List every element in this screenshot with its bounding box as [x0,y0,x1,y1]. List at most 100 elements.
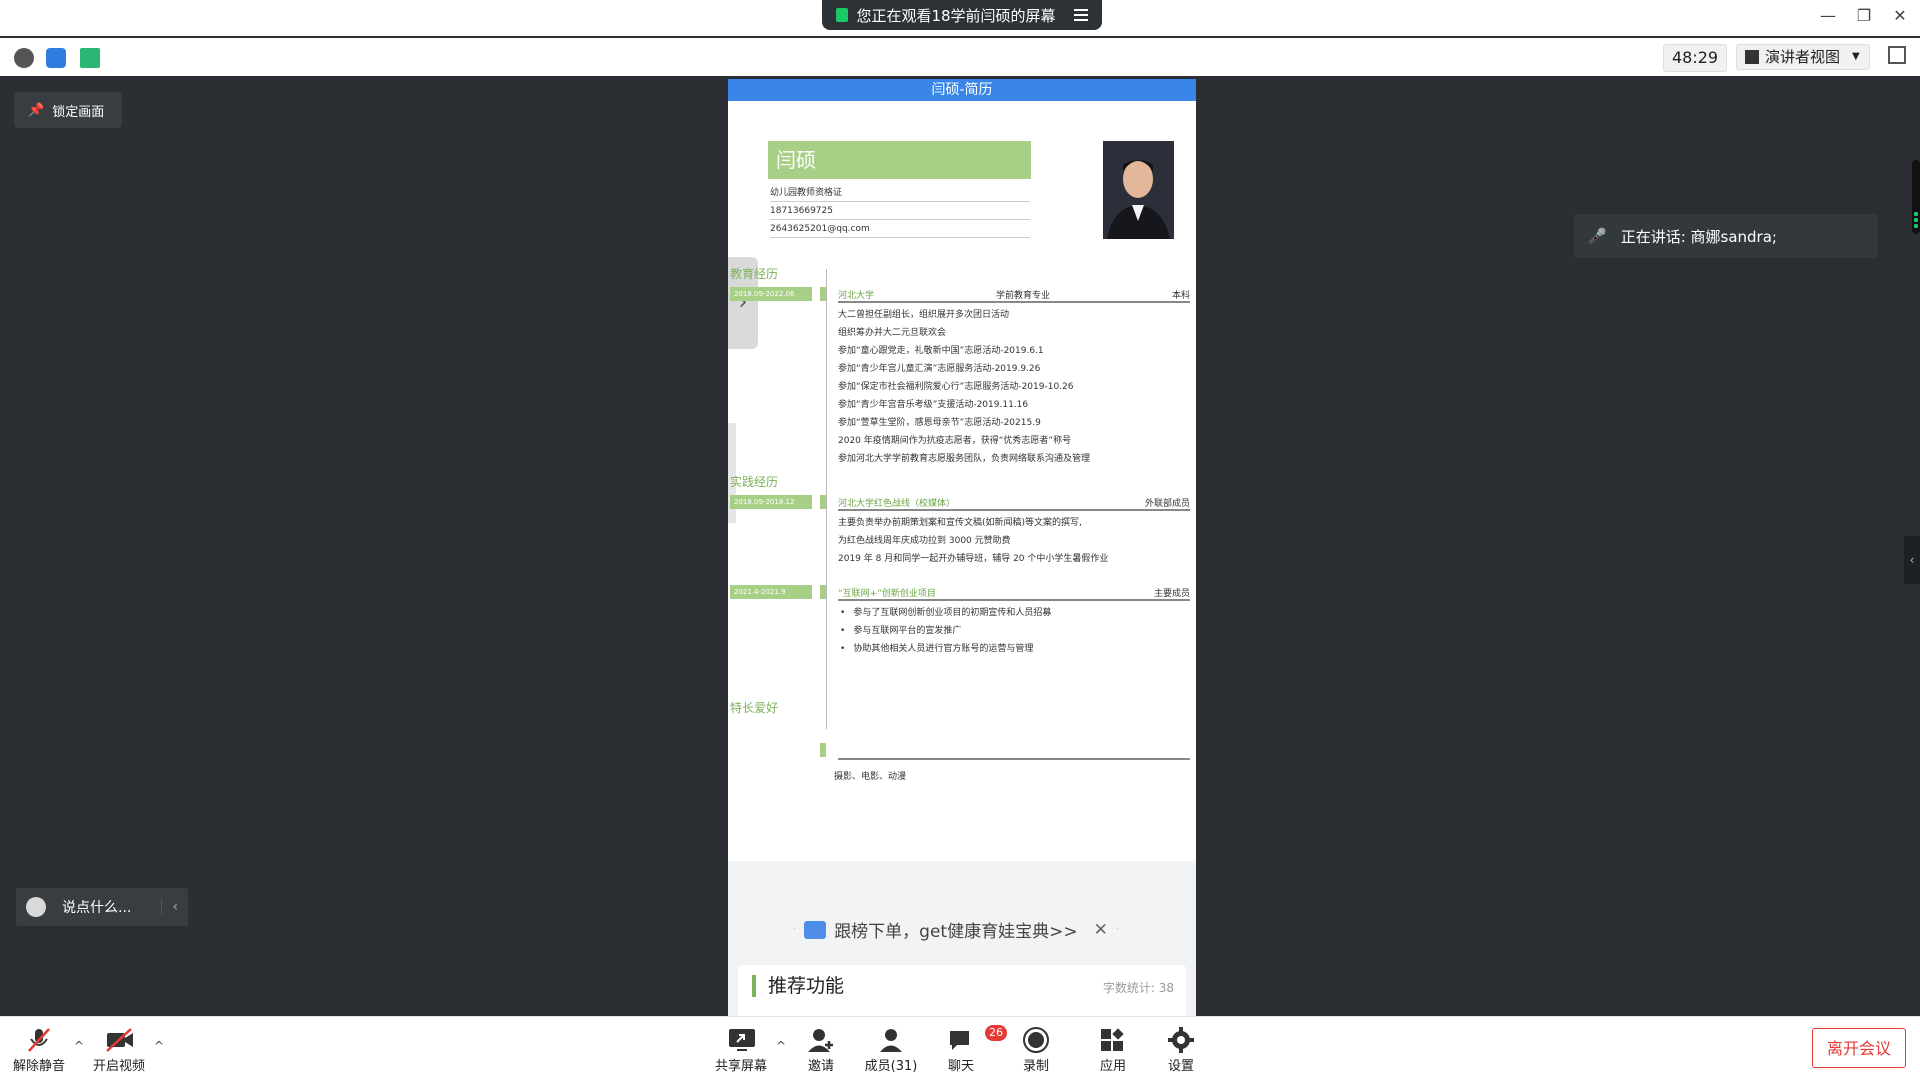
education-item: 参加“童心跟党走，礼敬新中国”志愿活动-2019.6.1 [838,346,1044,356]
muted-mic-icon [25,1027,53,1053]
skills-marker [820,743,826,757]
education-school: 河北大学 [838,290,875,301]
education-item: 组织筹办并大二元旦联欢会 [838,328,947,338]
side-panel-toggle[interactable]: ‹ [1904,536,1920,584]
unmute-button[interactable]: 解除静音 [4,1023,74,1077]
share-screen-button[interactable]: 共享屏幕 [706,1023,776,1077]
recommend-panel: 推荐功能 字数统计: 38 [738,965,1186,1016]
timeline-divider [826,269,827,729]
education-marker [820,287,826,301]
start-video-button[interactable]: 开启视频 [84,1023,154,1077]
invite-label: 邀请 [807,1059,834,1074]
document-header: 闫硕-简历 [728,79,1196,101]
education-item: 大二曾担任副组长，组织展开多次团日活动 [838,310,1010,320]
education-item: 参加“青少年宫儿童汇演”志愿服务活动-2019.9.26 [838,364,1041,374]
skills-text: 摄影、电影、动漫 [834,772,907,782]
speaker-name: 正在讲话: 商娜sandra; [1620,227,1777,246]
info-phone: 18713669725 [770,203,1030,220]
close-button[interactable]: ✕ [1888,6,1912,25]
users-icon [877,1027,905,1053]
education-item: 2020 年疫情期间作为抗疫志愿者，获得“优秀志愿者”称号 [838,436,1072,446]
menu-icon[interactable] [1073,9,1088,21]
skills-divider [838,758,1190,760]
practice1-item: 为红色战线周年庆成功拉到 3000 元赞助费 [838,536,1011,546]
chat-placeholder: 说点什么... [62,900,132,916]
members-button[interactable]: 成员(31) [856,1023,926,1077]
chevron-down-icon: ▼ [1852,51,1860,62]
section-education-title: 教育经历 [730,267,779,281]
meeting-timer: 48:29 [1663,44,1727,72]
practice2-marker [820,585,826,599]
practice2-item: 协助其他相关人员进行官方账号的运营与管理 [838,641,1033,654]
lock-view-button[interactable]: 📌 锁定画面 [14,92,122,128]
education-degree: 本科 [1171,290,1190,301]
practice1-date: 2018.09-2018.12 [730,495,812,509]
close-ad-icon[interactable]: ✕ [1094,920,1108,940]
unmute-label: 解除静音 [12,1059,65,1074]
education-entry-header: 河北大学 学前教育专业 本科 [838,287,1190,303]
apps-label: 应用 [1099,1059,1126,1074]
practice1-marker [820,495,826,509]
share-options-chevron-icon[interactable]: ^ [776,1039,786,1053]
practice1-item: 2019 年 8 月和同学一起开办辅导班，辅导 20 个中小学生暑假作业 [838,554,1109,564]
layout-icon [1745,50,1759,64]
education-item: 参加“萱草生堂阶，感恩母亲节”志愿活动-20215.9 [838,418,1041,428]
resume-name: 闫硕 [768,141,1031,179]
gear-icon [1167,1027,1195,1053]
education-item: 参加“青少年宫音乐考级”支援活动-2019.11.16 [838,400,1029,410]
settings-button[interactable]: 设置 [1146,1023,1216,1077]
muted-mic-icon: 🎤 [1588,227,1607,245]
apps-button[interactable]: 应用 [1078,1023,1148,1077]
video-off-icon [105,1027,133,1053]
shield-icon[interactable] [46,48,66,68]
settings-label: 设置 [1167,1059,1194,1074]
audio-options-chevron-icon[interactable]: ^ [74,1039,84,1053]
record-button[interactable]: 录制 [1001,1023,1071,1077]
share-banner-text: 您正在观看18学前闫硕的屏幕 [856,6,1056,25]
practice2-item: 参与互联网平台的宣发推广 [838,623,961,636]
invite-button[interactable]: 邀请 [786,1023,856,1077]
recommend-title: 推荐功能 [752,975,844,997]
signal-bars-icon[interactable] [80,48,100,68]
basket-icon [804,920,827,939]
restore-button[interactable]: ❐ [1852,6,1876,25]
practice2-role: 主要成员 [1153,588,1190,599]
meeting-controls: 解除静音 ^ 开启视频 ^ 共享屏幕 ^ 邀请 成员(31) 26 聊天 录制 … [0,1016,1920,1081]
lock-view-label: 锁定画面 [52,104,105,120]
video-label: 开启视频 [92,1059,145,1074]
video-options-chevron-icon[interactable]: ^ [154,1039,164,1053]
practice1-org: 河北大学红色战线（校媒体） [838,498,956,509]
resume-page: › 闫硕 幼儿园教师资格证 18713669725 2643625201@qq.… [728,101,1196,881]
practice2-date: 2021.4-2021.9 [730,585,812,599]
meeting-toolbar [0,38,1920,77]
view-mode-label: 演讲者视图 [1765,48,1841,66]
chat-button[interactable]: 26 聊天 [926,1023,1007,1077]
screen-share-banner[interactable]: 您正在观看18学前闫硕的屏幕 [822,0,1102,30]
view-mode-dropdown[interactable]: 演讲者视图 ▼ [1736,44,1870,70]
fullscreen-icon[interactable] [1888,46,1906,64]
practice1-item: 主要负责举办前期策划案和宣传文稿(如新闻稿)等文案的撰写, [838,518,1082,528]
education-item: 参加河北大学学前教育志愿服务团队，负责网络联系沟通及管理 [838,454,1091,464]
chat-icon: 26 [947,1025,1007,1053]
emoji-icon[interactable] [26,897,46,917]
members-label: 成员(31) [864,1059,918,1074]
apps-grid-icon [1099,1027,1127,1053]
info-icon[interactable] [14,48,34,68]
leave-meeting-button[interactable]: 离开会议 [1812,1028,1906,1068]
shared-document: 闫硕-简历 › 闫硕 幼儿园教师资格证 18713669725 26436252… [728,79,1196,1016]
record-icon [1022,1027,1050,1053]
quick-chat-box[interactable]: 说点什么... ‹ [16,888,188,926]
share-screen-icon [727,1027,755,1053]
minimize-button[interactable]: — [1816,6,1840,25]
section-practice-title: 实践经历 [730,475,779,489]
profile-photo [1103,141,1174,239]
info-email: 2643625201@qq.com [770,221,1030,238]
education-date: 2018.09-2022.06 [730,287,812,301]
section-skills-title: 特长爱好 [730,701,779,715]
practice2-item: 参与了互联网创新创业项目的初期宣传和人员招募 [838,605,1051,618]
collapse-chevron-icon[interactable]: ‹ [161,899,178,915]
pin-icon: 📌 [28,102,45,118]
ad-banner[interactable]: · 跟榜下单，get健康育娃宝典>> ✕ · [793,917,1133,943]
word-count: 字数统计: 38 [1102,981,1174,995]
practice2-org: “互联网+”创新创业项目 [838,588,936,599]
